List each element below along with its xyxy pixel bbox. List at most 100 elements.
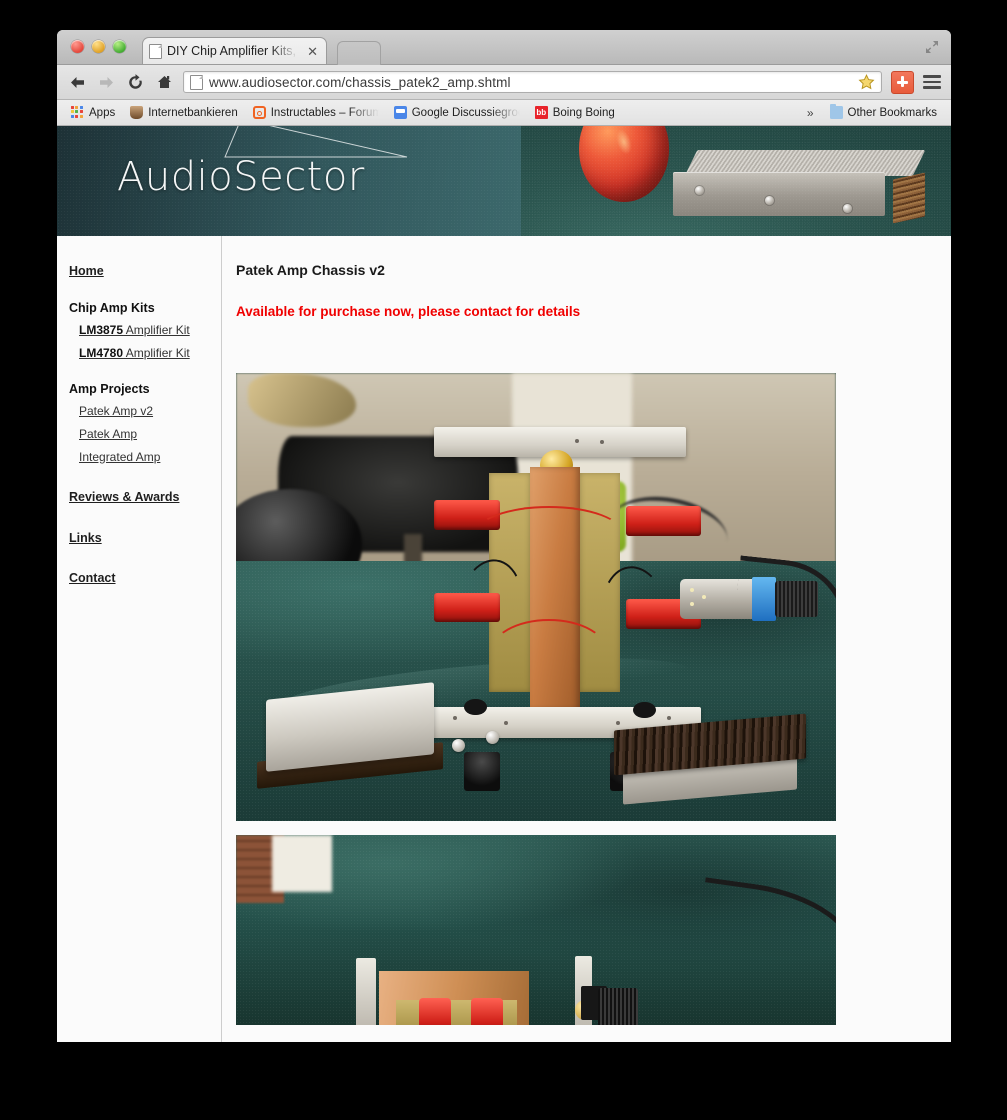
address-bar[interactable]: www.audiosector.com/chassis_patek2_amp.s… [183, 71, 882, 93]
left-aluminum-plate [356, 957, 377, 1025]
red-capacitor [625, 506, 702, 537]
banner-felt-background [521, 126, 951, 236]
browser-window: DIY Chip Amplifier Kits, PC ✕ [57, 30, 951, 1042]
rubber-grommet [464, 698, 487, 716]
boingboing-icon: bb [534, 106, 548, 119]
google-groups-icon [393, 106, 407, 119]
patek-amp-chassis-assembly-photo [236, 373, 836, 821]
tab-strip: DIY Chip Amplifier Kits, PC ✕ [57, 30, 951, 65]
tab-active[interactable]: DIY Chip Amplifier Kits, PC ✕ [142, 37, 327, 64]
site-logo-text: AudioSector [117, 154, 365, 200]
chassis-top-fins [684, 150, 926, 176]
web-page: AudioSector Home Chip Amp Kits LM3875 Am… [57, 126, 951, 1042]
wood-side-panel [893, 172, 925, 224]
page-icon [149, 43, 162, 59]
hamburger-menu-icon[interactable] [923, 72, 941, 92]
sidebar-group-title: Chip Amp Kits [69, 300, 155, 315]
bookmark-label: Google Discussiegroepen [411, 106, 520, 119]
instructables-icon [252, 106, 266, 119]
plate-hole [452, 716, 457, 721]
close-icon[interactable]: ✕ [305, 45, 320, 58]
screw-icon [843, 204, 852, 213]
hex-screw [486, 731, 499, 745]
amplifier-assembly [418, 426, 702, 792]
chassis-photo-element [673, 150, 926, 226]
hex-screw [452, 739, 465, 753]
bookmark-star-icon[interactable] [858, 74, 875, 90]
plate-hole [616, 721, 621, 726]
sidebar-item-integrated-amp[interactable]: Integrated Amp [79, 448, 221, 466]
hex-screws-group [452, 731, 548, 758]
sidebar-item-home[interactable]: Home [69, 262, 221, 281]
site-logo[interactable]: AudioSector [117, 154, 365, 200]
screw-icon [695, 186, 704, 195]
page-icon [190, 74, 203, 90]
chassis-front-panel [673, 172, 885, 216]
amplifier-assembly [356, 953, 644, 1025]
sidebar-item-strong: LM4780 [79, 345, 124, 360]
plate-hole [503, 721, 508, 726]
patek-amp-chassis-detail-photo [236, 835, 836, 1025]
red-capacitor [419, 997, 452, 1025]
url-text: www.audiosector.com/chassis_patek2_amp.s… [209, 74, 511, 90]
bookmark-label: Other Bookmarks [847, 106, 937, 119]
forward-arrow-icon [96, 72, 116, 92]
xlr-pin [690, 587, 695, 592]
new-tab-button[interactable] [337, 41, 381, 65]
close-window-button[interactable] [71, 40, 84, 53]
plate-hole [600, 440, 605, 445]
main-content: Patek Amp Chassis v2 Available for purch… [222, 236, 951, 1042]
bookmark-label: Instructables – Forum [270, 106, 379, 119]
bookmark-google-discussiegroepen[interactable]: Google Discussiegroepen [388, 104, 526, 121]
sidebar-group-amp-projects: Amp Projects Patek Amp v2 Patek Amp Inte… [69, 382, 221, 466]
xlr-pin [702, 595, 707, 600]
sidebar-item-label: Amplifier Kit [123, 345, 190, 360]
minimize-window-button[interactable] [92, 40, 105, 53]
home-icon[interactable] [154, 72, 174, 92]
bookmark-instructables[interactable]: Instructables – Forum [247, 104, 385, 121]
bookmark-apps[interactable]: Apps [65, 104, 121, 121]
plus-extension-icon[interactable] [891, 70, 914, 94]
black-cable [729, 555, 836, 671]
bookmarks-overflow-button[interactable]: » [800, 106, 821, 120]
sidebar-item-contact[interactable]: Contact [69, 569, 221, 588]
page-title: Patek Amp Chassis v2 [236, 262, 385, 278]
folder-icon [829, 104, 843, 119]
screw-icon [765, 196, 774, 205]
fullscreen-expand-icon[interactable] [924, 39, 940, 55]
tab-title: DIY Chip Amplifier Kits, PC [167, 44, 300, 58]
sidebar-navigation: Home Chip Amp Kits LM3875 Amplifier Kit … [57, 236, 222, 1042]
sidebar-item-lm3875[interactable]: LM3875 Amplifier Kit [79, 321, 221, 339]
window-traffic-lights [71, 40, 126, 53]
bookmarks-bar: Apps Internetbankieren Instructables – F… [57, 100, 951, 126]
banner-photo [521, 126, 951, 236]
plate-hole [667, 716, 672, 721]
photo-wall [272, 835, 332, 892]
sidebar-item-lm4780[interactable]: LM4780 Amplifier Kit [79, 344, 221, 362]
apps-grid-icon [71, 106, 84, 119]
sidebar-item-links[interactable]: Links [69, 529, 221, 548]
knurled-knob [597, 987, 639, 1025]
availability-notice: Available for purchase now, please conta… [236, 304, 581, 319]
sidebar-item-patek-amp[interactable]: Patek Amp [79, 425, 221, 443]
reload-icon[interactable] [125, 72, 145, 92]
apple-photo-element [579, 126, 669, 202]
page-content: Home Chip Amp Kits LM3875 Amplifier Kit … [57, 236, 951, 1042]
sidebar-group-chip-amp-kits: Chip Amp Kits LM3875 Amplifier Kit LM478… [69, 301, 221, 362]
sidebar-group-title: Amp Projects [69, 381, 150, 396]
bookmark-internetbankieren[interactable]: Internetbankieren [124, 104, 244, 121]
bookmark-boing-boing[interactable]: bb Boing Boing [529, 104, 621, 121]
sidebar-item-label: Amplifier Kit [123, 322, 190, 337]
zoom-window-button[interactable] [113, 40, 126, 53]
other-bookmarks-folder[interactable]: Other Bookmarks [824, 104, 943, 121]
bookmark-label: Boing Boing [552, 106, 615, 119]
browser-toolbar: www.audiosector.com/chassis_patek2_amp.s… [57, 65, 951, 100]
bank-icon [130, 106, 144, 119]
sidebar-item-patek-amp-v2[interactable]: Patek Amp v2 [79, 402, 221, 420]
sidebar-item-reviews-awards[interactable]: Reviews & Awards [69, 488, 221, 507]
back-arrow-icon[interactable] [67, 72, 87, 92]
xlr-pin [690, 602, 695, 607]
red-capacitor [471, 997, 503, 1025]
sidebar-item-strong: LM3875 [79, 322, 124, 337]
bookmark-label: Internetbankieren [148, 106, 238, 119]
